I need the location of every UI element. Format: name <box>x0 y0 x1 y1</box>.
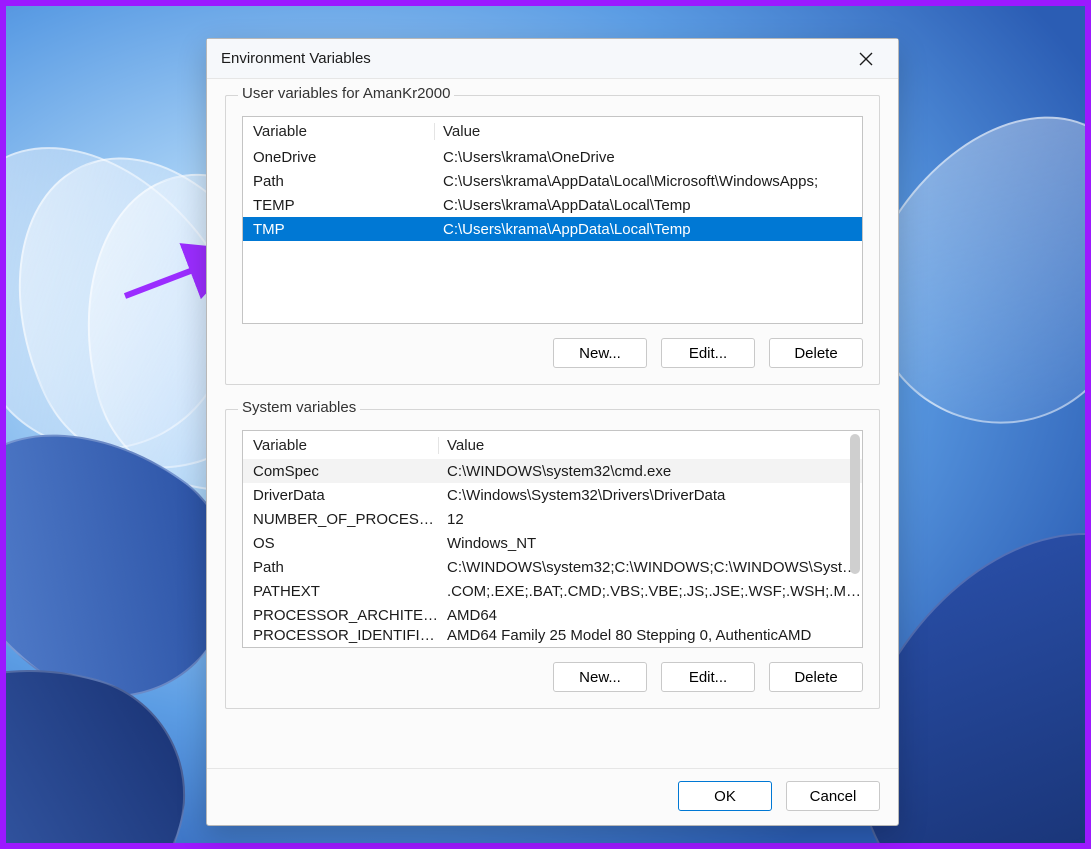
cell-variable: ComSpec <box>243 463 439 480</box>
cell-variable: PROCESSOR_IDENTIFIER <box>243 627 439 643</box>
cell-variable: OneDrive <box>243 149 435 166</box>
cancel-button[interactable]: Cancel <box>786 781 880 811</box>
list-row[interactable]: PATHEXT .COM;.EXE;.BAT;.CMD;.VBS;.VBE;.J… <box>243 579 862 603</box>
user-edit-button[interactable]: Edit... <box>661 338 755 368</box>
system-variables-group: System variables Variable Value ComSpec … <box>225 409 880 709</box>
ok-button[interactable]: OK <box>678 781 772 811</box>
cell-value: Windows_NT <box>439 535 862 552</box>
cell-variable: Path <box>243 173 435 190</box>
cell-variable: TMP <box>243 221 435 238</box>
column-header-variable[interactable]: Variable <box>243 123 435 140</box>
list-row[interactable]: OneDrive C:\Users\krama\OneDrive <box>243 145 862 169</box>
cell-value: 12 <box>439 511 862 528</box>
list-row[interactable]: Path C:\WINDOWS\system32;C:\WINDOWS;C:\W… <box>243 555 862 579</box>
cell-value: C:\Users\krama\AppData\Local\Microsoft\W… <box>435 173 862 190</box>
system-variables-group-label: System variables <box>238 399 360 416</box>
system-edit-button[interactable]: Edit... <box>661 662 755 692</box>
cell-variable: PROCESSOR_ARCHITECTU... <box>243 607 439 624</box>
cell-value: C:\WINDOWS\system32\cmd.exe <box>439 463 862 480</box>
cell-value: C:\Windows\System32\Drivers\DriverData <box>439 487 862 504</box>
environment-variables-dialog: Environment Variables User variables for… <box>206 38 899 826</box>
cell-value: .COM;.EXE;.BAT;.CMD;.VBS;.VBE;.JS;.JSE;.… <box>439 583 862 600</box>
list-row[interactable]: PROCESSOR_ARCHITECTU... AMD64 <box>243 603 862 627</box>
cell-value: C:\Users\krama\OneDrive <box>435 149 862 166</box>
close-icon <box>859 52 873 66</box>
close-button[interactable] <box>848 43 884 75</box>
cell-variable: PATHEXT <box>243 583 439 600</box>
column-header-value[interactable]: Value <box>435 123 862 140</box>
cell-value: AMD64 <box>439 607 862 624</box>
cell-value: AMD64 Family 25 Model 80 Stepping 0, Aut… <box>439 627 862 643</box>
list-row-selected[interactable]: TMP C:\Users\krama\AppData\Local\Temp <box>243 217 862 241</box>
column-header-value[interactable]: Value <box>439 437 862 454</box>
cell-value: C:\WINDOWS\system32;C:\WINDOWS;C:\WINDOW… <box>439 559 862 576</box>
system-delete-button[interactable]: Delete <box>769 662 863 692</box>
list-row[interactable]: Path C:\Users\krama\AppData\Local\Micros… <box>243 169 862 193</box>
user-delete-button[interactable]: Delete <box>769 338 863 368</box>
window-title: Environment Variables <box>221 50 848 67</box>
cell-variable: NUMBER_OF_PROCESSORS <box>243 511 439 528</box>
list-row[interactable]: TEMP C:\Users\krama\AppData\Local\Temp <box>243 193 862 217</box>
cell-variable: OS <box>243 535 439 552</box>
list-row[interactable]: DriverData C:\Windows\System32\Drivers\D… <box>243 483 862 507</box>
list-row[interactable]: ComSpec C:\WINDOWS\system32\cmd.exe <box>243 459 862 483</box>
system-new-button[interactable]: New... <box>553 662 647 692</box>
system-variables-listview[interactable]: Variable Value ComSpec C:\WINDOWS\system… <box>242 430 863 648</box>
list-row[interactable]: NUMBER_OF_PROCESSORS 12 <box>243 507 862 531</box>
list-row[interactable]: PROCESSOR_IDENTIFIER AMD64 Family 25 Mod… <box>243 627 862 643</box>
column-header-variable[interactable]: Variable <box>243 437 439 454</box>
cell-variable: TEMP <box>243 197 435 214</box>
user-variables-group-label: User variables for AmanKr2000 <box>238 85 454 102</box>
list-row[interactable]: OS Windows_NT <box>243 531 862 555</box>
cell-value: C:\Users\krama\AppData\Local\Temp <box>435 221 862 238</box>
cell-variable: Path <box>243 559 439 576</box>
title-bar[interactable]: Environment Variables <box>207 39 898 79</box>
user-variables-listview[interactable]: Variable Value OneDrive C:\Users\krama\O… <box>242 116 863 324</box>
cell-variable: DriverData <box>243 487 439 504</box>
listview-header[interactable]: Variable Value <box>243 431 862 459</box>
user-new-button[interactable]: New... <box>553 338 647 368</box>
user-variables-group: User variables for AmanKr2000 Variable V… <box>225 95 880 385</box>
listview-header[interactable]: Variable Value <box>243 117 862 145</box>
cell-value: C:\Users\krama\AppData\Local\Temp <box>435 197 862 214</box>
